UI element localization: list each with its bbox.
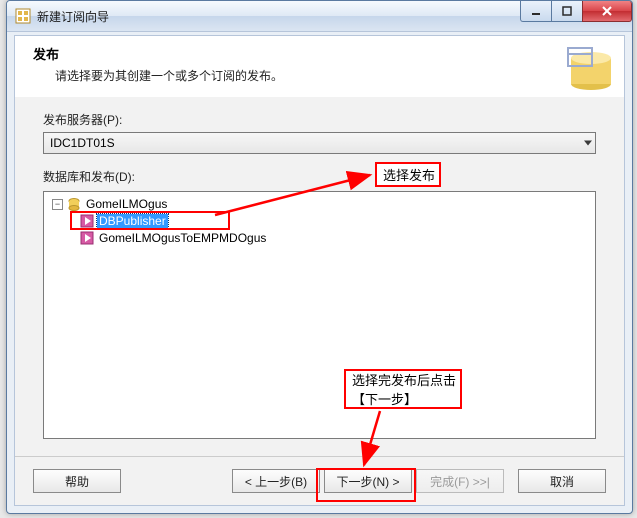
- window-title: 新建订阅向导: [37, 8, 109, 25]
- wizard-heading: 发布: [33, 44, 610, 63]
- wizard-header: 发布 请选择要为其创建一个或多个订阅的发布。: [15, 36, 624, 105]
- wizard-subheading: 请选择要为其创建一个或多个订阅的发布。: [55, 67, 610, 84]
- titlebar[interactable]: 新建订阅向导: [7, 1, 632, 32]
- wizard-body: 发布服务器(P): IDC1DT01S 数据库和发布(D): − GomeILM…: [15, 97, 624, 457]
- help-button[interactable]: 帮助: [33, 469, 121, 493]
- window-minimize-icon[interactable]: [520, 1, 552, 22]
- finish-button: 完成(F) >>|: [416, 469, 504, 493]
- cancel-button[interactable]: 取消: [518, 469, 606, 493]
- publisher-label: 发布服务器(P):: [43, 111, 596, 128]
- tree-collapse-icon[interactable]: −: [52, 199, 63, 210]
- database-icon: [67, 197, 81, 211]
- publisher-combobox[interactable]: IDC1DT01S: [43, 132, 596, 154]
- window-controls: [521, 1, 632, 22]
- publication-icon: [80, 231, 94, 245]
- chevron-down-icon: [584, 141, 592, 146]
- header-art-icon: [566, 42, 616, 92]
- window-maximize-icon[interactable]: [551, 1, 583, 22]
- tree-row-selected[interactable]: DBPublisher: [50, 213, 589, 229]
- window-close-icon[interactable]: [582, 1, 632, 22]
- tree-row-root[interactable]: − GomeILMOgus: [50, 196, 589, 212]
- wizard-button-bar: 帮助 < 上一步(B) 下一步(N) > 完成(F) >>| 取消: [15, 457, 624, 505]
- publication-icon: [80, 214, 94, 228]
- app-icon: [15, 8, 31, 24]
- tree-root-label: GomeILMOgus: [84, 197, 169, 211]
- tree-label: 数据库和发布(D):: [43, 168, 596, 185]
- publisher-value: IDC1DT01S: [50, 136, 115, 150]
- back-button[interactable]: < 上一步(B): [232, 469, 320, 493]
- next-button[interactable]: 下一步(N) >: [324, 469, 412, 493]
- tree-selected-label: DBPublisher: [97, 214, 168, 228]
- tree-row-item[interactable]: GomeILMOgusToEMPMDOgus: [50, 230, 589, 246]
- wizard-window: 新建订阅向导 发布 请选择要为其创建一个或多个订阅的发布。: [6, 0, 633, 514]
- tree-item-label: GomeILMOgusToEMPMDOgus: [97, 231, 268, 245]
- wizard-client-area: 发布 请选择要为其创建一个或多个订阅的发布。 发布服务器(P): IDC1DT0…: [14, 35, 625, 506]
- publications-tree[interactable]: − GomeILMOgus DBPublisher: [43, 191, 596, 439]
